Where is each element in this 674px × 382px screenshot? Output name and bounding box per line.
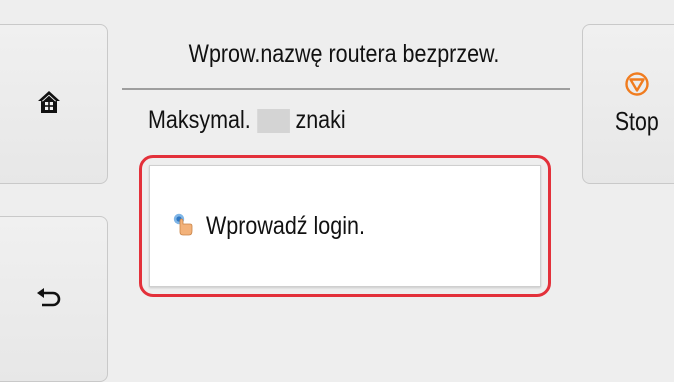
stop-button[interactable]: Stop bbox=[582, 24, 674, 184]
home-button[interactable] bbox=[0, 24, 108, 184]
stop-icon bbox=[624, 71, 650, 102]
screen-title: Wprow.nazwę routera bezprzew. bbox=[188, 40, 500, 68]
max-characters-prefix: Maksymal. bbox=[148, 106, 251, 134]
home-icon bbox=[36, 89, 62, 120]
login-input-field[interactable]: Wprowadź login. bbox=[149, 165, 541, 287]
stop-label: Stop bbox=[615, 106, 659, 136]
login-input-prompt: Wprowadź login. bbox=[206, 211, 365, 240]
tap-pointer-icon bbox=[170, 211, 196, 242]
back-button[interactable] bbox=[0, 216, 108, 382]
printer-touch-screen: Stop Wprow.nazwę routera bezprzew. Maksy… bbox=[0, 0, 674, 382]
max-characters-info: Maksymal. znaki bbox=[148, 106, 346, 135]
back-arrow-icon bbox=[36, 286, 62, 313]
masked-character-count bbox=[257, 108, 291, 133]
max-characters-suffix: znaki bbox=[295, 106, 346, 134]
title-divider bbox=[122, 88, 570, 90]
